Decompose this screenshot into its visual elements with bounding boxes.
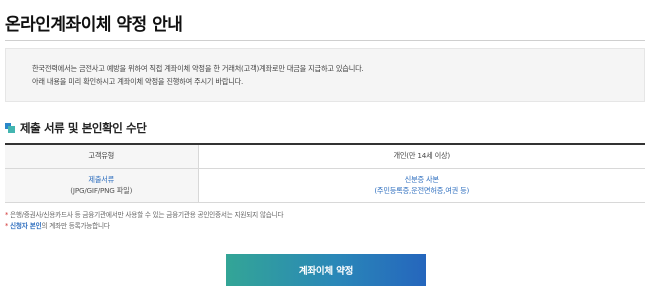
note-certificate-text: 은행/증권사/신용카드사 등 금융기관에서만 사용할 수 있는 금융기관용 공인… — [10, 211, 284, 219]
documents-header-formats: (JPG/GIF/PNG 파일) — [70, 186, 133, 195]
note-account-owner: * 신청자 본인의 계좌만 등록가능합니다 — [5, 220, 110, 230]
documents-value-title: 신분증 사본 — [404, 175, 439, 184]
documents-header-title: 제출서류 — [88, 175, 115, 184]
title-divider — [5, 40, 645, 41]
documents-value-examples: (주민등록증,운전면허증,여권 등) — [374, 186, 470, 195]
blue-square-bullet-icon — [5, 123, 15, 133]
table-row: 제출서류 (JPG/GIF/PNG 파일) 신분증 사본 (주민등록증,운전면허… — [5, 168, 645, 203]
requirements-table: 고객유형 개인(만 14세 이상) 제출서류 (JPG/GIF/PNG 파일) … — [5, 143, 645, 203]
notice-box: 한국전력에서는 금전사고 예방을 위하여 직접 계좌이체 약정을 한 거래처(고… — [5, 48, 645, 102]
note-account-owner-text: 의 계좌만 등록가능합니다 — [41, 222, 110, 230]
section-title: 제출 서류 및 본인확인 수단 — [20, 121, 147, 135]
documents-value: 신분증 사본 (주민등록증,운전면허증,여권 등) — [198, 168, 645, 203]
notice-line-2: 아래 내용을 미리 확인하시고 계좌이체 약정을 진행하여 주시기 바랍니다. — [32, 77, 244, 86]
note-marker: * — [5, 222, 9, 230]
customer-type-header: 고객유형 — [5, 144, 199, 169]
note-certificate: * 은행/증권사/신용카드사 등 금융기관에서만 사용할 수 있는 금융기관용 … — [5, 209, 284, 219]
documents-header: 제출서류 (JPG/GIF/PNG 파일) — [5, 168, 199, 203]
page-title: 온라인계좌이체 약정 안내 — [5, 15, 183, 35]
note-highlight: 신청자 본인 — [10, 222, 42, 230]
transfer-agreement-button[interactable]: 계좌이체 약정 — [226, 254, 426, 286]
section-heading: 제출 서류 및 본인확인 수단 — [5, 121, 147, 135]
notice-line-1: 한국전력에서는 금전사고 예방을 위하여 직접 계좌이체 약정을 한 거래처(고… — [32, 64, 364, 73]
table-row: 고객유형 개인(만 14세 이상) — [5, 144, 645, 169]
note-marker: * — [5, 211, 9, 219]
customer-type-value: 개인(만 14세 이상) — [198, 144, 645, 169]
